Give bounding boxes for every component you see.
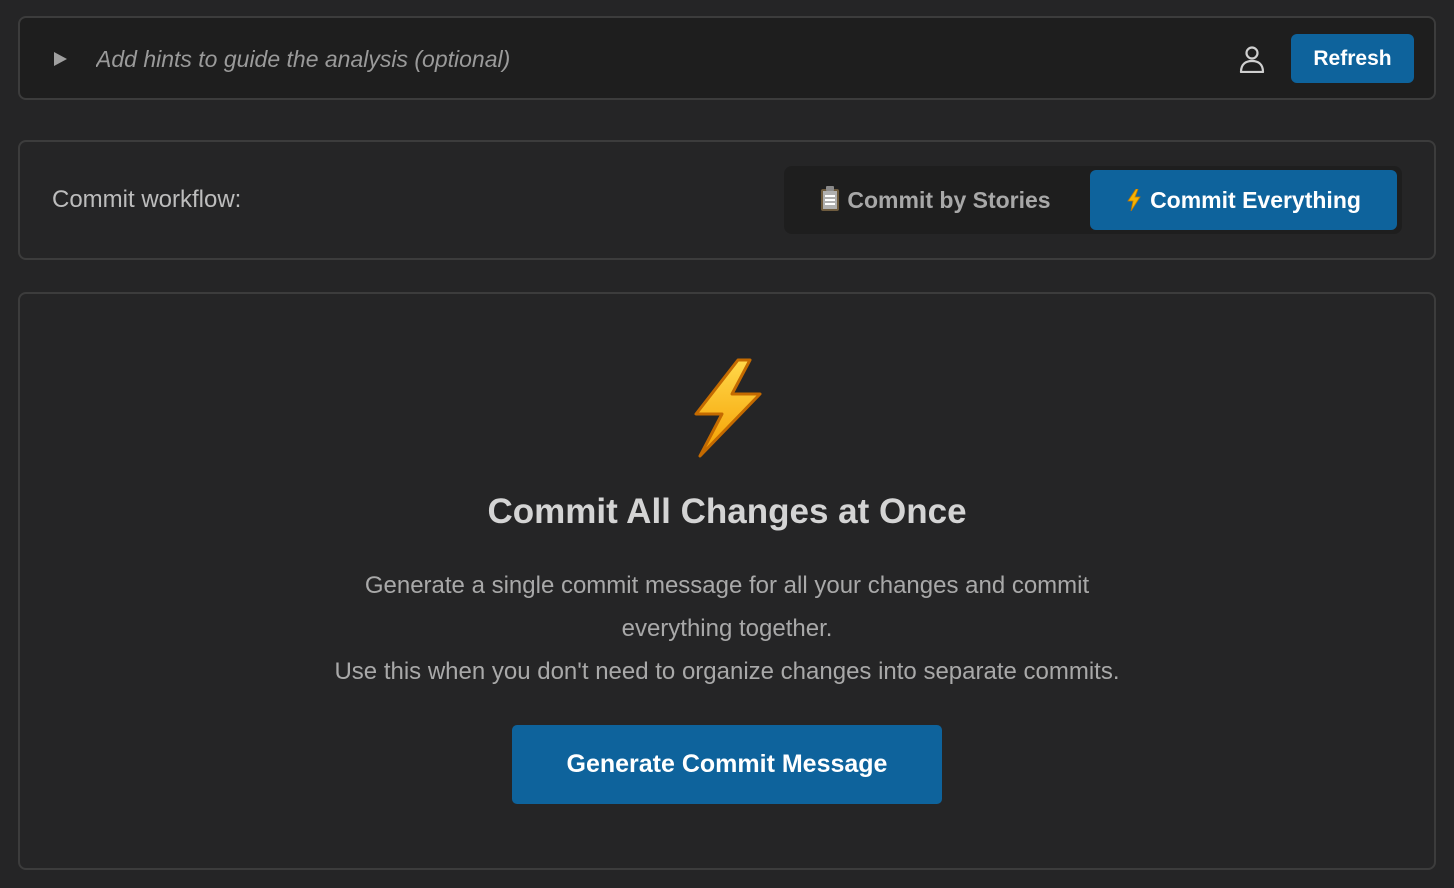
workflow-selector: Commit workflow: Commit by Stories Commi… bbox=[18, 140, 1436, 260]
commit-everything-button[interactable]: Commit Everything bbox=[1090, 170, 1397, 230]
workflow-toggle-group: Commit by Stories Commit Everything bbox=[784, 166, 1402, 234]
refresh-button[interactable]: Refresh bbox=[1291, 34, 1414, 83]
hints-input[interactable] bbox=[96, 40, 1196, 78]
play-triangle-icon[interactable] bbox=[50, 49, 70, 69]
clipboard-icon bbox=[821, 186, 840, 211]
commit-by-stories-label: Commit by Stories bbox=[847, 186, 1051, 213]
generate-commit-message-button[interactable]: Generate Commit Message bbox=[512, 725, 942, 804]
commit-everything-label: Commit Everything bbox=[1150, 186, 1361, 213]
description: Generate a single commit message for all… bbox=[20, 564, 1434, 693]
lightning-icon bbox=[694, 358, 762, 458]
lightning-icon bbox=[1127, 189, 1141, 211]
page-title: Commit All Changes at Once bbox=[487, 492, 967, 531]
commit-by-stories-button[interactable]: Commit by Stories bbox=[788, 170, 1084, 230]
hints-bar: Refresh bbox=[18, 16, 1436, 100]
description-line: Generate a single commit message for all… bbox=[364, 572, 1090, 599]
commit-all-card: Commit All Changes at Once Generate a si… bbox=[18, 292, 1436, 870]
description-line: Use this when you don't need to organize… bbox=[334, 658, 1120, 685]
workflow-label: Commit workflow: bbox=[52, 186, 242, 213]
user-icon[interactable] bbox=[1236, 43, 1268, 75]
description-line: everything together. bbox=[621, 615, 833, 642]
